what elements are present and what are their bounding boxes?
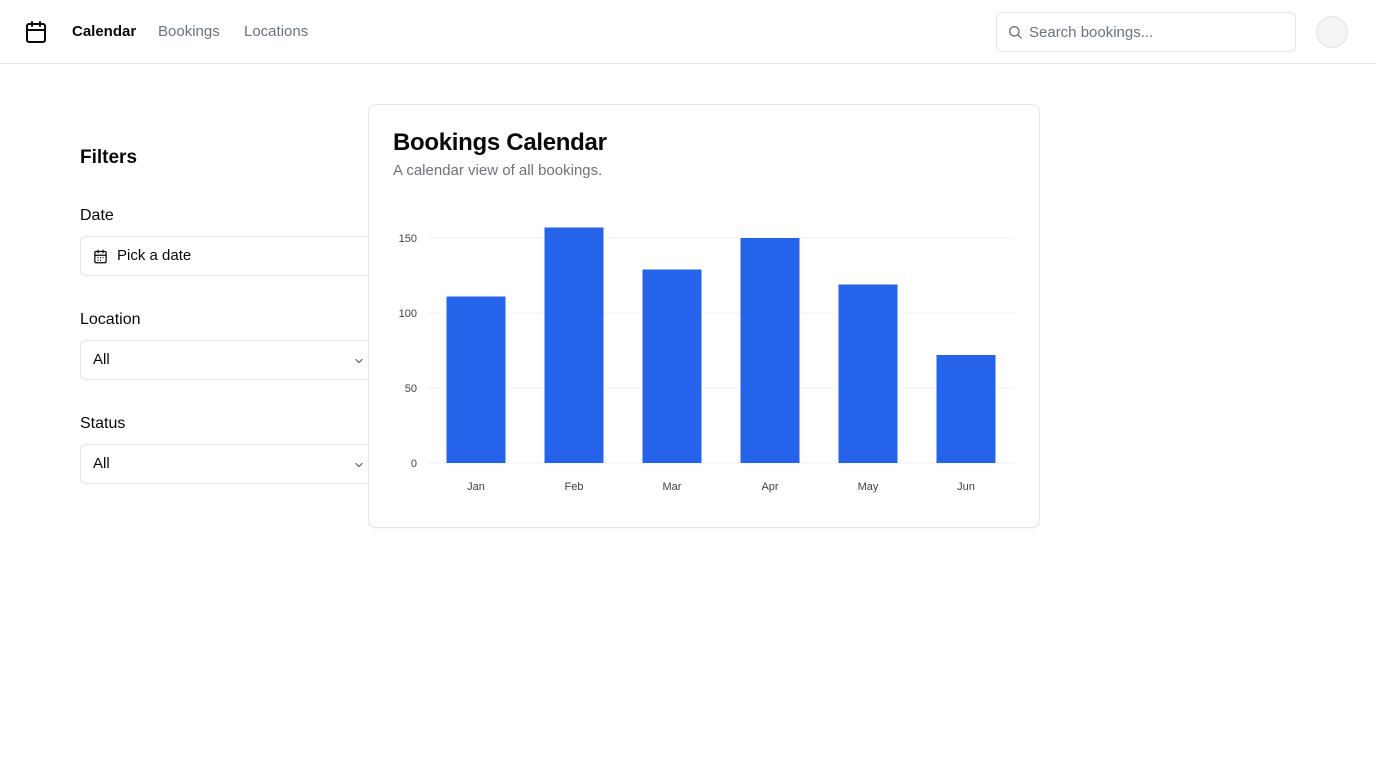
status-value: All <box>93 455 110 472</box>
chevron-down-icon <box>355 358 363 364</box>
bar <box>838 284 898 463</box>
x-tick-label: Mar <box>663 481 682 493</box>
calendar-icon <box>94 249 107 264</box>
y-tick-label: 0 <box>411 458 417 470</box>
user-avatar[interactable] <box>1316 16 1348 48</box>
y-tick-label: 100 <box>399 308 417 320</box>
filters-heading: Filters <box>80 147 138 168</box>
y-tick-label: 50 <box>405 383 417 395</box>
bar <box>446 296 506 463</box>
x-tick-label: Jan <box>467 481 485 493</box>
bar <box>740 238 800 463</box>
chevron-down-icon <box>355 462 363 468</box>
x-tick-label: May <box>858 481 879 493</box>
nav-bookings[interactable]: Bookings <box>158 22 220 42</box>
search-box <box>996 12 1296 52</box>
bar <box>642 269 702 463</box>
top-navbar: Calendar Bookings Locations <box>0 0 1376 64</box>
bookings-bar-chart: 0 50 100 150 Jan Feb Mar Apr May Jun <box>399 227 1015 493</box>
bookings-calendar-card: Bookings Calendar A calendar view of all… <box>368 104 1040 528</box>
date-label: Date <box>80 207 114 224</box>
y-tick-label: 150 <box>399 233 417 245</box>
location-value: All <box>93 351 110 368</box>
calendar-icon[interactable] <box>24 20 48 44</box>
x-tick-label: Feb <box>565 481 584 493</box>
bar <box>936 355 996 463</box>
bar <box>544 227 604 463</box>
search-icon <box>1009 26 1022 39</box>
date-picker-button[interactable]: Pick a date <box>80 236 380 276</box>
search-input[interactable] <box>1029 21 1285 43</box>
nav-locations[interactable]: Locations <box>244 22 308 42</box>
status-select[interactable]: All <box>80 444 380 484</box>
status-label: Status <box>80 415 126 432</box>
nav-calendar[interactable]: Calendar <box>72 22 136 42</box>
date-value: Pick a date <box>117 247 192 264</box>
x-tick-label: Jun <box>957 481 975 493</box>
location-label: Location <box>80 311 141 328</box>
x-tick-label: Apr <box>761 481 778 493</box>
location-select[interactable]: All <box>80 340 380 380</box>
